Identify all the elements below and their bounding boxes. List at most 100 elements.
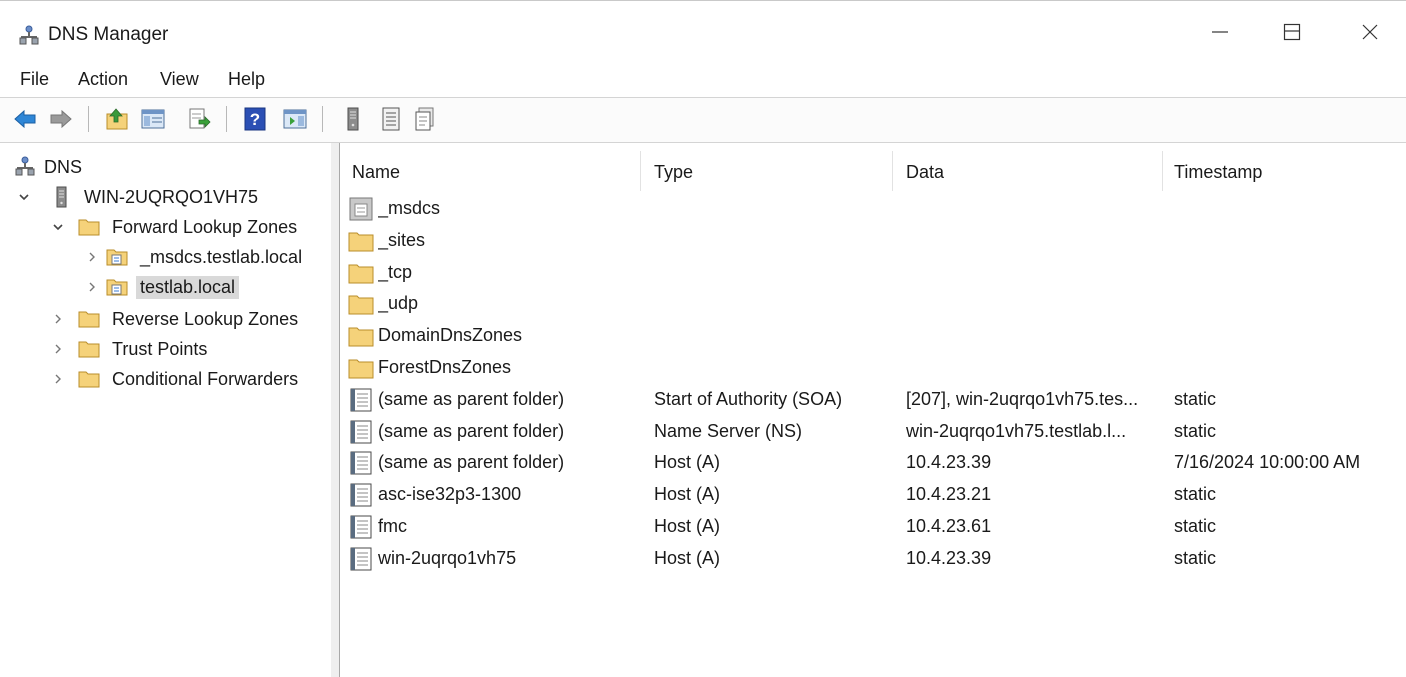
table-row[interactable]: fmc Host (A) 10.4.23.61 static [340,511,1406,543]
column-header-type[interactable]: Type [654,159,693,191]
row-data-cell: 10.4.23.61 [906,516,992,536]
column-header-name[interactable]: Name [352,159,400,191]
menu-view[interactable]: View [160,69,199,90]
minimize-window-button[interactable] [1196,14,1244,50]
tree-node-server[interactable]: WIN-2UQRQO1VH75 [16,183,262,211]
table-row[interactable]: _udp [340,288,1406,320]
tree-node-dns[interactable]: DNS [14,153,86,181]
forward-arrow-icon[interactable] [48,106,74,132]
table-row[interactable]: _sites [340,225,1406,257]
menu-bar: File Action View Help [0,64,1406,96]
folder-icon [78,219,100,236]
folder-icon [78,311,100,328]
tree-label-conditional-forwarders: Conditional Forwarders [112,368,299,389]
tree-label-forward-lookup-zones: Forward Lookup Zones [112,216,298,237]
menu-action[interactable]: Action [78,69,128,90]
delegated-zone-icon [349,197,373,221]
results-list: Name Type Data Timestamp _msdcs _sites _tc… [340,143,1406,677]
row-name-cell: ForestDnsZones [378,357,512,377]
server-icon[interactable] [340,106,366,132]
row-type-cell: Host (A) [654,516,721,536]
table-row[interactable]: (same as parent folder) Start of Authorit… [340,384,1406,416]
tree-label-server: WIN-2UQRQO1VH75 [84,186,259,207]
menu-file[interactable]: File [20,69,49,90]
row-name-cell: _msdcs [378,198,441,218]
expanded-chevron-icon[interactable] [50,219,66,235]
collapsed-chevron-icon[interactable] [50,371,66,387]
table-row[interactable]: (same as parent folder) Host (A) 10.4.23.3… [340,447,1406,479]
row-name-cell: _udp [378,293,419,314]
toolbar: ? [0,97,1406,143]
tree-label-msdcs-zone: _msdcs.testlab.local [140,246,303,267]
column-divider[interactable] [1162,151,1163,191]
zone-icon [106,279,128,296]
row-name-cell: fmc [378,516,407,536]
up-folder-icon[interactable] [104,106,130,132]
folder-icon [348,232,374,252]
properties-icon[interactable] [412,106,438,132]
row-timestamp-cell: static [1174,420,1217,441]
tree-label-trust-points: Trust Points [112,338,208,359]
close-window-button[interactable] [1346,14,1394,50]
tree-node-msdcs-zone[interactable]: _msdcs.testlab.local [84,243,306,271]
row-data-cell: 10.4.23.39 [906,547,992,568]
column-divider[interactable] [640,151,641,191]
tree-node-conditional-forwarders[interactable]: Conditional Forwarders [50,365,302,393]
table-row[interactable]: DomainDnsZones [340,320,1406,352]
row-name-cell: _tcp [378,261,413,282]
collapsed-chevron-icon[interactable] [50,341,66,357]
table-row[interactable]: _msdcs [340,193,1406,225]
record-icon [350,547,372,571]
dns-manager-icon [19,25,39,45]
export-list-icon[interactable] [186,106,212,132]
collapsed-chevron-icon[interactable] [84,249,100,265]
column-divider[interactable] [892,151,893,191]
pane-splitter[interactable] [331,143,340,677]
toolbar-separator [88,106,89,132]
folder-icon [348,264,374,284]
row-type-cell: Name Server (NS) [654,420,803,441]
tree-node-forward-lookup-zones[interactable]: Forward Lookup Zones [50,213,301,241]
row-timestamp-cell: static [1174,388,1217,409]
tree-node-testlab-zone[interactable]: testlab.local [84,273,240,301]
maximize-icon [1283,23,1301,41]
show-hide-console-tree-icon[interactable] [140,106,166,132]
folder-icon [78,341,100,358]
table-row[interactable]: ForestDnsZones [340,352,1406,384]
table-row[interactable]: (same as parent folder) Name Server (NS) w… [340,416,1406,448]
column-header-data[interactable]: Data [906,159,944,191]
help-icon[interactable]: ? [242,106,268,132]
toolbar-separator [226,106,227,132]
row-type-cell: Host (A) [654,547,721,568]
toolbar-separator [322,106,323,132]
tree-label-testlab-zone: testlab.local [136,275,240,299]
back-arrow-icon[interactable] [12,106,38,132]
folder-icon [348,327,374,347]
svg-text:?: ? [250,110,260,129]
menu-help[interactable]: Help [228,69,265,90]
zone-icon [106,249,128,266]
collapsed-chevron-icon[interactable] [50,311,66,327]
row-name-cell: DomainDnsZones [378,325,523,346]
expanded-chevron-icon[interactable] [16,189,32,205]
close-icon [1362,24,1378,40]
table-row[interactable]: win-2uqrqo1vh75 Host (A) 10.4.23.39 static [340,543,1406,575]
maximize-window-button[interactable] [1268,14,1316,50]
row-timestamp-cell: static [1174,547,1217,568]
row-name-cell: (same as parent folder) [378,420,565,441]
row-timestamp-cell: static [1174,516,1217,536]
table-row[interactable]: asc-ise32p3-1300 Host (A) 10.4.23.21 static [340,479,1406,511]
action-pane-icon[interactable] [282,106,308,132]
collapsed-chevron-icon[interactable] [84,279,100,295]
row-timestamp-cell: static [1174,484,1217,505]
server-icon [56,186,67,208]
list-view-icon[interactable] [378,106,404,132]
tree-label-dns: DNS [44,156,83,177]
tree-node-trust-points[interactable]: Trust Points [50,335,211,363]
column-header-timestamp[interactable]: Timestamp [1174,159,1262,191]
table-row[interactable]: _tcp [340,257,1406,289]
row-data-cell: win-2uqrqo1vh75.testlab.l... [906,420,1127,441]
tree-node-reverse-lookup-zones[interactable]: Reverse Lookup Zones [50,305,302,333]
row-name-cell: (same as parent folder) [378,388,565,409]
row-name-cell: _sites [378,229,426,250]
